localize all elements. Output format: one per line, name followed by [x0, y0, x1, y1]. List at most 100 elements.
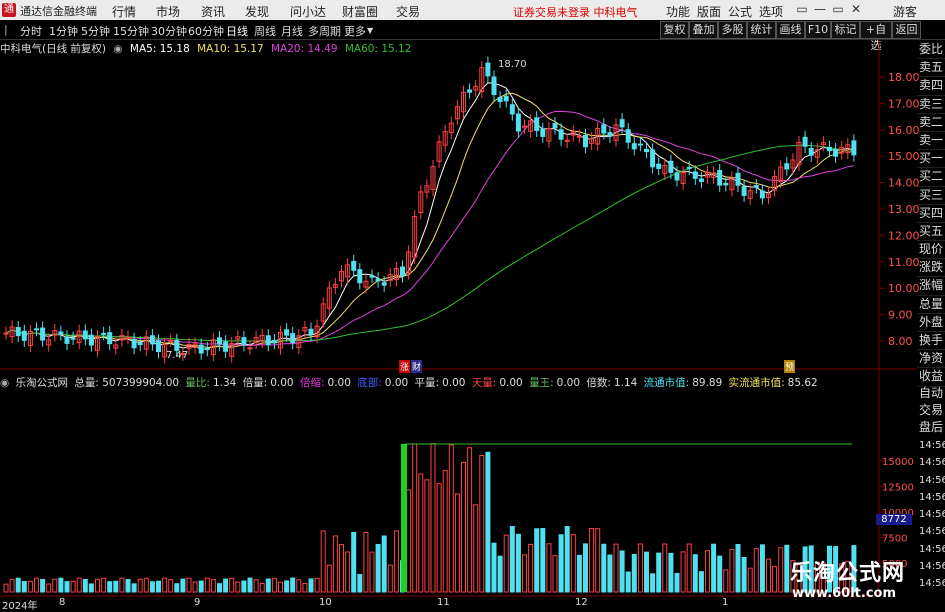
volume-bar	[570, 534, 576, 593]
volume-bar	[601, 543, 607, 593]
volume-bar	[705, 550, 710, 593]
volume-bar	[198, 580, 204, 593]
volume-bar	[522, 554, 527, 593]
sidebar-item[interactable]: 卖三	[917, 96, 945, 114]
sidebar-item[interactable]: 换手	[917, 332, 945, 351]
after-hours-item[interactable]: 盘后	[917, 419, 945, 436]
volume-bar	[235, 581, 241, 593]
candle-body	[149, 335, 155, 345]
candle-body	[741, 186, 747, 196]
candle-body	[552, 123, 558, 129]
volume-bar	[448, 444, 454, 593]
sidebar-item[interactable]: 卖四	[917, 77, 945, 96]
candle-body	[784, 163, 790, 170]
kline-chart[interactable]: 18.0017.0016.0015.0014.0013.0012.0011.00…	[0, 0, 945, 609]
sidebar-item[interactable]: 卖五	[917, 59, 945, 78]
price-axis-label: 14.00	[888, 177, 920, 190]
price-axis-label: 15.00	[888, 150, 920, 163]
sidebar-item[interactable]: 买二	[917, 168, 945, 187]
candle-body	[174, 339, 180, 351]
candle-body	[833, 149, 839, 157]
candle-body	[82, 330, 88, 340]
price-axis-label: 11.00	[888, 256, 920, 269]
sidebar-item[interactable]: 买五	[917, 223, 945, 242]
volume-bar	[332, 535, 338, 593]
volume-bar	[461, 461, 466, 593]
trade-item[interactable]: 交易	[917, 402, 945, 419]
volume-bar	[674, 572, 680, 593]
candle-body	[656, 163, 662, 169]
sidebar-item[interactable]: 收益	[917, 368, 945, 387]
sidebar-item[interactable]: 外盘	[917, 314, 945, 332]
sidebar-item[interactable]: 涨幅	[917, 277, 945, 296]
candle-body	[241, 337, 247, 346]
sidebar-item[interactable]: 净资	[917, 350, 945, 369]
volume-bar	[302, 582, 308, 593]
sidebar-item[interactable]: 现价	[917, 241, 945, 260]
volume-bar	[278, 581, 283, 593]
volume-bar	[735, 543, 741, 593]
watermark-url: www.60lt.com	[792, 586, 897, 601]
volume-bar	[15, 577, 21, 593]
volume-bar	[753, 548, 759, 593]
candle-body	[381, 282, 387, 286]
candle-body	[223, 341, 229, 352]
volume-bar	[546, 543, 552, 593]
volume-bar	[759, 544, 765, 593]
volume-bar	[692, 554, 698, 593]
candle-body	[15, 327, 21, 337]
candle-body	[64, 336, 70, 344]
candle-body	[619, 119, 625, 128]
high-price-label: 18.70	[498, 59, 527, 70]
volume-bar	[363, 531, 369, 593]
volume-bar	[119, 577, 125, 593]
volume-bar	[52, 578, 58, 593]
low-price-label: 7.47	[166, 350, 189, 361]
sidebar-item[interactable]: 总量	[917, 296, 945, 314]
volume-bar	[741, 557, 747, 593]
time-item: 14:56	[919, 440, 945, 451]
volume-bar	[680, 551, 686, 593]
max-volume: 0.00	[499, 377, 523, 389]
volume-bar	[418, 473, 424, 593]
volume-bar	[442, 470, 448, 593]
double-volume: 0.00	[270, 377, 294, 389]
sidebar-item[interactable]: 买一	[917, 150, 945, 169]
settings-icon[interactable]: ◉	[0, 377, 9, 389]
date-tick: 1	[722, 597, 729, 608]
volume-bar	[3, 583, 9, 593]
volume-bar	[259, 583, 265, 593]
sidebar-item[interactable]: 卖二	[917, 114, 945, 132]
volume-bar	[308, 578, 314, 593]
sidebar-item[interactable]: 买四	[917, 205, 945, 223]
ma60-line	[5, 144, 855, 342]
indicator-name[interactable]: 乐淘公式网	[16, 377, 69, 389]
candle-body	[107, 332, 113, 345]
date-axis: 2024年 8 9 10 11 12 1	[0, 597, 880, 612]
volume-bar	[424, 479, 430, 593]
candle-body	[644, 148, 649, 153]
candle-body	[631, 143, 637, 150]
candle-body	[668, 160, 674, 173]
limit-up-badge[interactable]: 涨	[399, 360, 411, 373]
finance-badge[interactable]: 财	[411, 360, 423, 373]
volume-bar	[156, 580, 161, 593]
half-volume: 0.00	[327, 377, 351, 389]
volume-bar	[631, 553, 637, 593]
candle-body	[650, 149, 656, 168]
volume-bar	[491, 542, 497, 593]
sidebar-item[interactable]: 卖一	[917, 132, 945, 151]
auto-trade-item[interactable]: 自动	[917, 385, 945, 402]
sidebar-item[interactable]: 买三	[917, 187, 945, 205]
price-axis-label: 12.00	[888, 229, 920, 242]
settings-icon[interactable]: ◉	[113, 43, 122, 55]
candle-body	[802, 136, 808, 147]
volume-bar	[180, 578, 186, 593]
volume-bar	[241, 580, 247, 593]
float-mktcap: 89.89	[692, 377, 723, 389]
forecast-badge[interactable]: 预	[784, 360, 796, 373]
volume-bar	[320, 530, 326, 593]
sidebar-item[interactable]: 涨跌	[917, 259, 945, 278]
candle-body	[3, 332, 9, 335]
sidebar-item[interactable]: 委比	[917, 41, 945, 60]
